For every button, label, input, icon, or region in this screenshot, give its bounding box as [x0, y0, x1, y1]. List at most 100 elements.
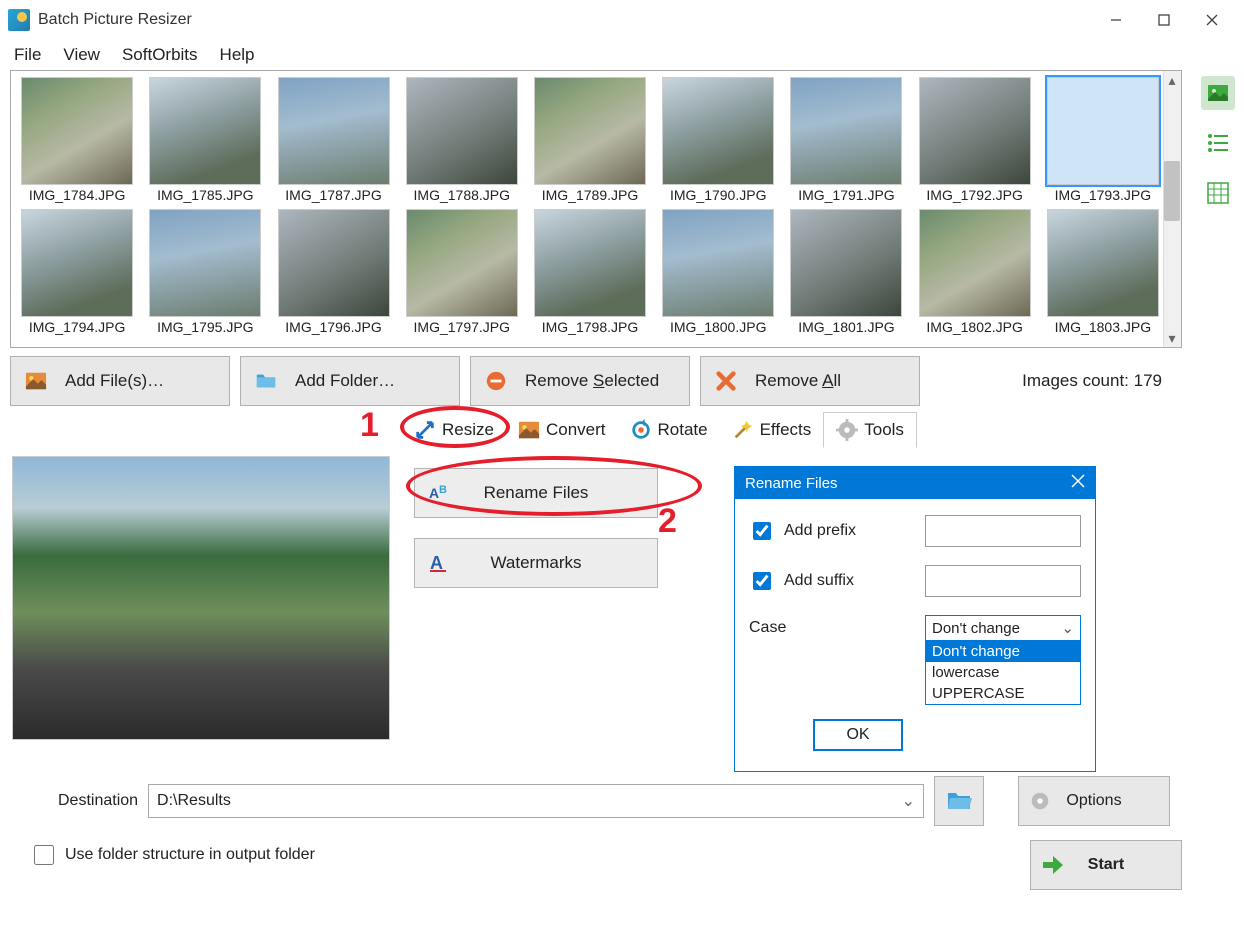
- remove-all-label: Remove All: [755, 371, 841, 391]
- thumbnail-item[interactable]: IMG_1791.JPG: [786, 77, 906, 203]
- add-prefix-label: Add prefix: [784, 522, 856, 540]
- thumbnail-label: IMG_1800.JPG: [670, 319, 767, 335]
- resize-icon: [414, 419, 436, 441]
- view-thumbnails-button[interactable]: [1201, 76, 1235, 110]
- thumbnail-item[interactable]: IMG_1803.JPG: [1043, 209, 1163, 335]
- add-prefix-input[interactable]: [925, 515, 1081, 547]
- view-sidebar: [1192, 70, 1244, 868]
- rename-icon: AB: [427, 481, 451, 505]
- case-select[interactable]: Don't change ⌄: [925, 615, 1081, 641]
- dialog-ok-button[interactable]: OK: [813, 719, 903, 751]
- tab-rotate[interactable]: Rotate: [618, 413, 720, 447]
- thumbnail-image: [662, 209, 774, 317]
- gear-icon: [836, 419, 858, 441]
- use-folder-structure-label: Use folder structure in output folder: [65, 846, 315, 864]
- image-icon: [25, 370, 47, 392]
- scrollbar-thumb[interactable]: [1164, 161, 1180, 221]
- thumbnail-item[interactable]: IMG_1802.JPG: [915, 209, 1035, 335]
- remove-selected-button[interactable]: Remove Selected: [470, 356, 690, 406]
- menu-help[interactable]: Help: [210, 41, 265, 69]
- thumbnail-item[interactable]: IMG_1798.JPG: [530, 209, 650, 335]
- add-files-button[interactable]: Add File(s)…: [10, 356, 230, 406]
- thumbnail-item[interactable]: IMG_1784.JPG: [17, 77, 137, 203]
- add-suffix-label: Add suffix: [784, 572, 854, 590]
- thumbnail-image: [278, 77, 390, 185]
- chevron-down-icon: ⌄: [902, 791, 915, 811]
- thumbnail-label: IMG_1788.JPG: [414, 187, 511, 203]
- thumbnail-item[interactable]: IMG_1796.JPG: [273, 209, 393, 335]
- remove-icon: [485, 370, 507, 392]
- dialog-titlebar[interactable]: Rename Files: [735, 467, 1095, 499]
- thumbnail-label: IMG_1787.JPG: [285, 187, 382, 203]
- destination-combobox[interactable]: D:\Results ⌄: [148, 784, 924, 818]
- annotation-number-2: 2: [658, 502, 677, 541]
- case-label: Case: [749, 615, 786, 637]
- add-folder-button[interactable]: Add Folder…: [240, 356, 460, 406]
- options-button[interactable]: Options: [1018, 776, 1170, 826]
- thumbnail-item[interactable]: IMG_1787.JPG: [273, 77, 393, 203]
- case-selected-value: Don't change: [932, 620, 1020, 637]
- images-count-label: Images count: 179: [1022, 371, 1182, 391]
- rename-files-button[interactable]: AB Rename Files: [414, 468, 658, 518]
- close-button[interactable]: [1188, 0, 1236, 40]
- case-option-uppercase[interactable]: UPPERCASE: [926, 683, 1080, 704]
- menu-file[interactable]: File: [4, 41, 51, 69]
- case-option-lowercase[interactable]: lowercase: [926, 662, 1080, 683]
- svg-text:B: B: [439, 484, 447, 496]
- remove-all-button[interactable]: Remove All: [700, 356, 920, 406]
- scrollbar[interactable]: ▴ ▾: [1163, 71, 1181, 347]
- close-icon: [1071, 474, 1085, 488]
- tab-tools[interactable]: Tools: [823, 412, 917, 448]
- thumbnail-item[interactable]: IMG_1793.JPG: [1043, 77, 1163, 203]
- thumbnail-item[interactable]: IMG_1800.JPG: [658, 209, 778, 335]
- add-suffix-input[interactable]: [925, 565, 1081, 597]
- rename-files-dialog: Rename Files Add prefix Add suffix: [734, 466, 1096, 772]
- thumbnail-item[interactable]: IMG_1801.JPG: [786, 209, 906, 335]
- tab-effects[interactable]: Effects: [720, 413, 824, 447]
- thumbnail-image: [406, 209, 518, 317]
- view-details-button[interactable]: [1201, 176, 1235, 210]
- dialog-title: Rename Files: [745, 475, 838, 492]
- menu-view[interactable]: View: [53, 41, 110, 69]
- watermarks-button[interactable]: A Watermarks: [414, 538, 658, 588]
- maximize-button[interactable]: [1140, 0, 1188, 40]
- thumbnail-item[interactable]: IMG_1785.JPG: [145, 77, 265, 203]
- action-bar: Add File(s)… Add Folder… Remove Selected…: [10, 356, 1182, 406]
- thumbnail-image: [1047, 77, 1159, 185]
- destination-label: Destination: [58, 792, 138, 810]
- thumbnail-image: [919, 77, 1031, 185]
- tab-convert[interactable]: Convert: [506, 413, 618, 447]
- scroll-up-icon[interactable]: ▴: [1163, 71, 1181, 89]
- destination-value: D:\Results: [157, 792, 231, 810]
- remove-selected-label: Remove Selected: [525, 371, 659, 391]
- dialog-close-button[interactable]: [1071, 474, 1085, 492]
- thumbnail-item[interactable]: IMG_1795.JPG: [145, 209, 265, 335]
- add-files-label: Add File(s)…: [65, 371, 164, 391]
- add-suffix-checkbox[interactable]: [753, 572, 771, 590]
- chevron-down-icon: ⌄: [1061, 619, 1074, 637]
- tab-resize[interactable]: Resize: [402, 413, 506, 447]
- view-list-button[interactable]: [1201, 126, 1235, 160]
- case-option-dont-change[interactable]: Don't change: [926, 641, 1080, 662]
- menu-softorbits[interactable]: SoftOrbits: [112, 41, 208, 69]
- app-icon: [8, 9, 30, 31]
- thumbnail-item[interactable]: IMG_1794.JPG: [17, 209, 137, 335]
- thumbnail-label: IMG_1796.JPG: [285, 319, 382, 335]
- use-folder-structure-checkbox[interactable]: [34, 845, 54, 865]
- scroll-down-icon[interactable]: ▾: [1163, 329, 1181, 347]
- thumbnail-item[interactable]: IMG_1789.JPG: [530, 77, 650, 203]
- thumbnail-image: [21, 77, 133, 185]
- add-prefix-checkbox[interactable]: [753, 522, 771, 540]
- thumbnail-label: IMG_1798.JPG: [542, 319, 639, 335]
- thumbnail-item[interactable]: IMG_1788.JPG: [402, 77, 522, 203]
- thumbnail-label: IMG_1785.JPG: [157, 187, 254, 203]
- thumbnail-item[interactable]: IMG_1797.JPG: [402, 209, 522, 335]
- browse-folder-button[interactable]: [934, 776, 984, 826]
- minimize-button[interactable]: [1092, 0, 1140, 40]
- preview-image: [12, 456, 390, 740]
- watermark-icon: A: [427, 551, 451, 575]
- thumbnail-item[interactable]: IMG_1790.JPG: [658, 77, 778, 203]
- thumbnail-image: [662, 77, 774, 185]
- start-button[interactable]: Start: [1030, 840, 1182, 890]
- thumbnail-item[interactable]: IMG_1792.JPG: [915, 77, 1035, 203]
